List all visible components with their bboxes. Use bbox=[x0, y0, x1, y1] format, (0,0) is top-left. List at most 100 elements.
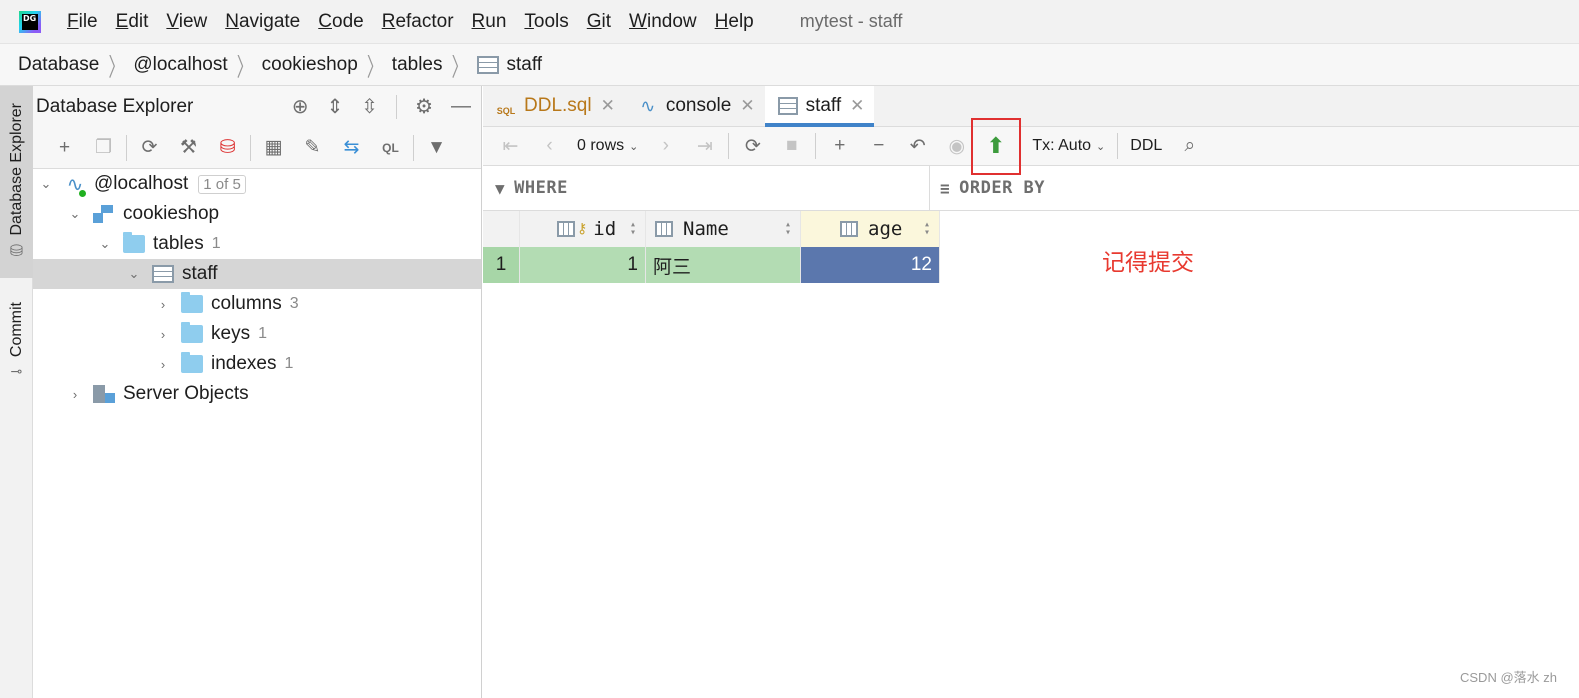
column-icon bbox=[840, 221, 858, 237]
chevron-down-icon[interactable]: ⌄ bbox=[36, 176, 56, 192]
breadcrumb-host[interactable]: @localhost bbox=[133, 54, 227, 76]
stop-icon[interactable]: ■ bbox=[772, 131, 811, 161]
add-icon[interactable]: + bbox=[45, 133, 84, 163]
jump-to-console-icon[interactable]: ⇆ bbox=[332, 133, 371, 163]
locate-icon[interactable]: ⊕ bbox=[292, 94, 309, 119]
table-view-icon[interactable]: ▦ bbox=[254, 133, 293, 163]
breadcrumb-database[interactable]: Database bbox=[18, 54, 99, 76]
first-page-icon[interactable]: ⇤ bbox=[491, 131, 530, 161]
menu-view[interactable]: View bbox=[166, 11, 207, 33]
tree-node-tables[interactable]: ⌄ tables 1 bbox=[33, 229, 481, 259]
filter-icon[interactable]: ▼ bbox=[417, 133, 456, 163]
window-title: mytest - staff bbox=[799, 11, 903, 31]
revert-icon[interactable]: ↶ bbox=[898, 131, 937, 161]
edit-icon[interactable]: ✎ bbox=[293, 133, 332, 163]
tree-node-staff[interactable]: ⌄ staff bbox=[33, 259, 481, 289]
chevron-right-icon[interactable]: › bbox=[153, 357, 173, 372]
cell-name[interactable]: 阿三 bbox=[646, 247, 801, 283]
tab-console[interactable]: ∿ console ✕ bbox=[625, 86, 765, 126]
menu-help[interactable]: Help bbox=[715, 11, 754, 33]
chevron-right-icon[interactable]: › bbox=[153, 327, 173, 342]
next-page-icon[interactable]: › bbox=[646, 131, 685, 161]
search-icon[interactable]: ⌕ bbox=[1170, 131, 1209, 161]
page-size-dropdown[interactable]: 0 rows ⌄ bbox=[569, 137, 646, 155]
tab-ddl-sql[interactable]: SQL DDL.sql ✕ bbox=[483, 86, 625, 126]
close-icon[interactable]: ✕ bbox=[850, 96, 864, 116]
query-console-icon[interactable]: QL bbox=[371, 133, 410, 163]
expand-all-icon[interactable]: ⇕ bbox=[327, 94, 344, 119]
preview-changes-icon[interactable]: ◉ bbox=[937, 131, 976, 161]
stripe-tab-commit[interactable]: Commit ⊸ bbox=[0, 291, 33, 391]
menu-tools[interactable]: Tools bbox=[524, 11, 568, 33]
chevron-down-icon[interactable]: ⌄ bbox=[124, 266, 144, 282]
chevron-down-icon[interactable]: ⌄ bbox=[65, 206, 85, 222]
menu-window[interactable]: Window bbox=[629, 11, 697, 33]
tree-node-keys[interactable]: › keys 1 bbox=[33, 319, 481, 349]
table-icon bbox=[777, 97, 798, 115]
cell-age[interactable]: 12 bbox=[801, 247, 940, 283]
tree-node-indexes[interactable]: › indexes 1 bbox=[33, 349, 481, 379]
reload-icon[interactable]: ⟳ bbox=[733, 131, 772, 161]
disconnect-icon[interactable]: ⛁ bbox=[208, 133, 247, 163]
tree-node-server-objects[interactable]: › Server Objects bbox=[33, 379, 481, 409]
tab-staff[interactable]: staff ✕ bbox=[764, 86, 875, 127]
last-page-icon[interactable]: ⇥ bbox=[685, 131, 724, 161]
sort-arrows-icon[interactable]: ▴ ▾ bbox=[924, 220, 930, 238]
column-header-id[interactable]: ⚷ id ▴ ▾ bbox=[520, 211, 646, 247]
table-row[interactable]: 1 1 阿三 12 bbox=[483, 247, 940, 283]
menu-run[interactable]: Run bbox=[472, 11, 507, 33]
ddl-button[interactable]: DDL bbox=[1122, 137, 1170, 155]
database-icon: ⛁ bbox=[9, 243, 24, 261]
menu-code[interactable]: Code bbox=[318, 11, 363, 33]
tree-node-columns[interactable]: › columns 3 bbox=[33, 289, 481, 319]
data-source-properties-icon[interactable]: ⚒ bbox=[169, 133, 208, 163]
primary-key-icon: ⚷ bbox=[577, 221, 588, 237]
tree-node-cookieshop[interactable]: ⌄ cookieshop bbox=[33, 199, 481, 229]
row-number[interactable]: 1 bbox=[483, 247, 520, 283]
where-filter-input[interactable]: ▼ WHERE bbox=[483, 166, 930, 210]
tree-node-label: @localhost bbox=[94, 173, 189, 194]
submit-arrow-up-icon[interactable]: ⬆ bbox=[976, 131, 1015, 161]
sort-arrows-icon[interactable]: ▴ ▾ bbox=[630, 220, 636, 238]
menu-file[interactable]: File bbox=[67, 11, 98, 33]
breadcrumb-separator-icon: 〉 bbox=[236, 54, 253, 83]
explorer-header: Database Explorer ⊕ ⇕ ⇳ ⚙ — bbox=[33, 86, 481, 127]
menu-refactor[interactable]: Refactor bbox=[382, 11, 454, 33]
refresh-icon[interactable]: ⟳ bbox=[130, 133, 169, 163]
collapse-all-icon[interactable]: ⇳ bbox=[361, 94, 378, 119]
menu-navigate[interactable]: Navigate bbox=[225, 11, 300, 33]
duplicate-icon[interactable]: ❐ bbox=[84, 133, 123, 163]
breadcrumb-tables[interactable]: tables bbox=[392, 54, 443, 76]
toolbar-divider bbox=[728, 133, 730, 159]
delete-row-icon[interactable]: − bbox=[859, 131, 898, 161]
annotation-text: 记得提交 bbox=[1102, 249, 1194, 275]
column-header-age[interactable]: age ▴ ▾ bbox=[801, 211, 940, 247]
tree-node-localhost[interactable]: ⌄ ∿ @localhost 1 of 5 bbox=[33, 169, 481, 199]
menu-edit[interactable]: Edit bbox=[116, 11, 149, 33]
breadcrumb-staff-label: staff bbox=[506, 53, 543, 75]
chevron-down-icon[interactable]: ⌄ bbox=[95, 236, 115, 252]
order-by-input[interactable]: ≡ ORDER BY bbox=[930, 166, 1045, 210]
transaction-mode-dropdown[interactable]: Tx: Auto ⌄ bbox=[1024, 137, 1113, 155]
where-label: WHERE bbox=[514, 178, 568, 198]
filter-icon: ▼ bbox=[495, 178, 506, 198]
cell-id[interactable]: 1 bbox=[520, 247, 646, 283]
menu-git[interactable]: Git bbox=[587, 11, 611, 33]
chevron-right-icon[interactable]: › bbox=[153, 297, 173, 312]
sort-arrows-icon[interactable]: ▴ ▾ bbox=[785, 220, 791, 238]
gear-icon[interactable]: ⚙ bbox=[415, 94, 433, 119]
explorer-title: Database Explorer bbox=[36, 95, 194, 117]
breadcrumb-schema[interactable]: cookieshop bbox=[262, 54, 358, 76]
stripe-tab-database-explorer[interactable]: Database Explorer ⛁ bbox=[0, 86, 33, 278]
minimize-icon[interactable]: — bbox=[451, 95, 471, 118]
breadcrumb-staff[interactable]: staff bbox=[476, 53, 543, 76]
add-row-icon[interactable]: + bbox=[820, 131, 859, 161]
row-number-header bbox=[483, 211, 520, 247]
chevron-right-icon[interactable]: › bbox=[65, 387, 85, 402]
previous-page-icon[interactable]: ‹ bbox=[530, 131, 569, 161]
close-icon[interactable]: ✕ bbox=[740, 96, 754, 116]
close-icon[interactable]: ✕ bbox=[601, 96, 615, 116]
tree-node-count: 1 bbox=[284, 355, 294, 372]
editor-tabs: SQL DDL.sql ✕ ∿ console ✕ staff ✕ bbox=[483, 86, 1579, 127]
column-header-name[interactable]: Name ▴ ▾ bbox=[646, 211, 801, 247]
